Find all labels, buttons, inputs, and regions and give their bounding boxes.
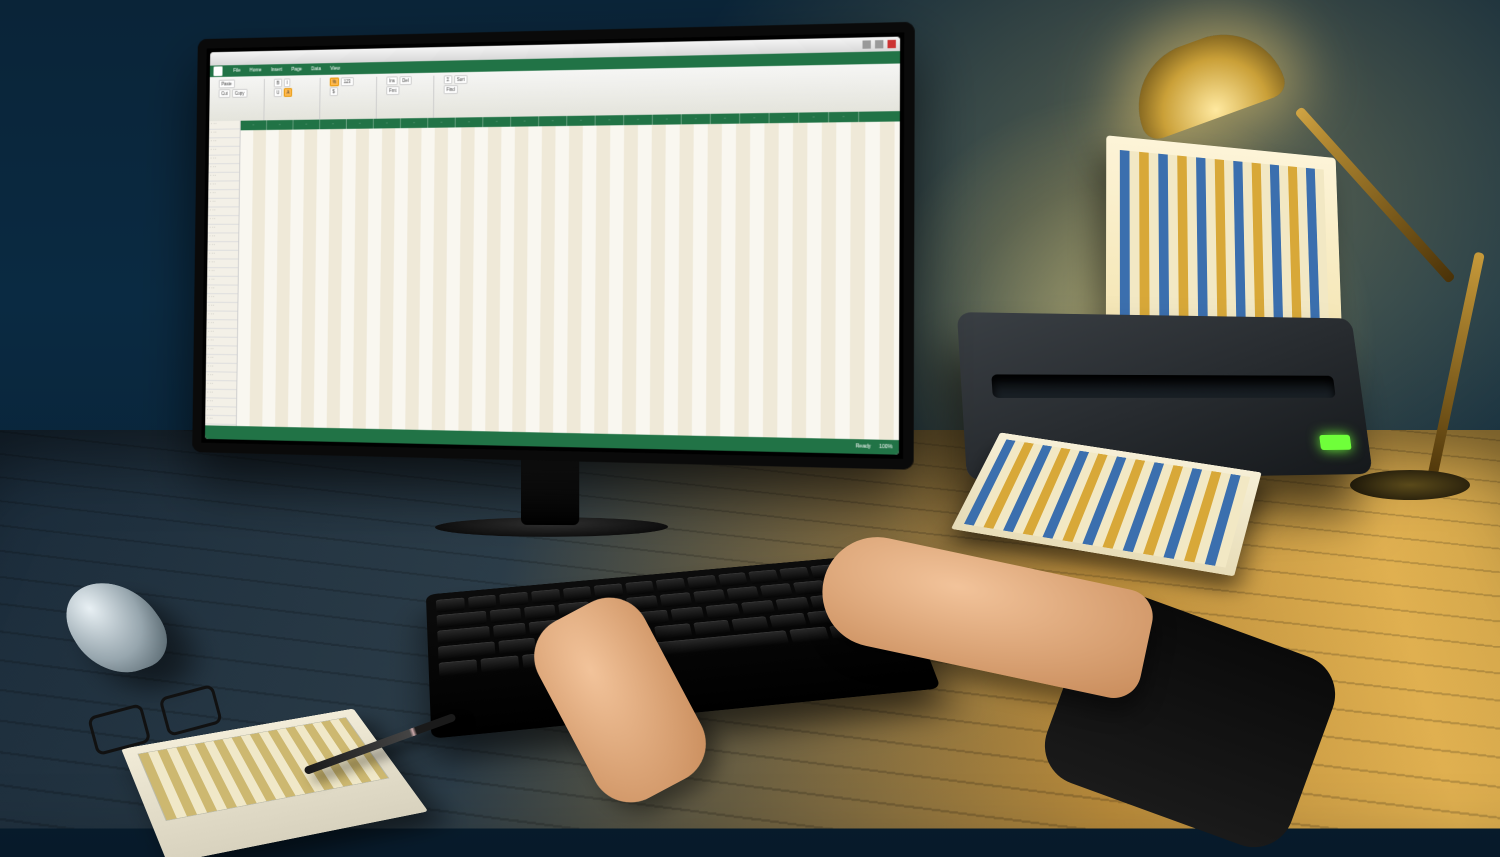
app-logo-icon: [213, 66, 222, 76]
ribbon-button: B: [274, 79, 282, 88]
ribbon-group-cells: InsDel Fmt: [382, 76, 434, 122]
ribbon-group-editing: ΣSort Find: [440, 75, 492, 121]
ribbon-tab: Insert: [271, 67, 282, 73]
ribbon-tab: Home: [250, 67, 262, 73]
lamp-base: [1350, 470, 1470, 500]
ribbon-group-number: %123 $: [326, 77, 377, 123]
spreadsheet-app-window: File Home Insert Page Data View Paste Cu…: [205, 37, 900, 455]
ribbon-button: Paste: [219, 80, 235, 89]
ribbon-button: Σ: [444, 75, 452, 84]
ribbon-button: %: [330, 77, 339, 86]
ribbon-tab: Data: [311, 66, 321, 72]
lamp-head: [1121, 17, 1289, 143]
ribbon-button: Ins: [386, 76, 397, 85]
maximize-icon: [875, 40, 883, 48]
ribbon-button: Del: [399, 76, 411, 85]
ribbon-button: Fmt: [386, 86, 399, 95]
ribbon-button: Copy: [232, 89, 247, 98]
desk-scene-illustration: File Home Insert Page Data View Paste Cu…: [0, 0, 1500, 857]
ribbon-button: A: [284, 88, 292, 97]
ribbon-button: $: [330, 87, 338, 96]
status-zoom: 100%: [879, 444, 892, 451]
ribbon-button: Find: [444, 85, 458, 94]
printer-output-slot: [991, 374, 1336, 398]
printer-status-led: [1319, 435, 1351, 450]
monitor-stand: [521, 455, 579, 525]
ribbon-group-clipboard: Paste CutCopy: [215, 79, 265, 124]
monitor: File Home Insert Page Data View Paste Cu…: [192, 22, 915, 470]
ribbon-tab: View: [330, 66, 340, 72]
row-headers: · · ·· · ·· · ·· · ·· · ·· · ·· · ·· · ·…: [205, 121, 241, 426]
cells-area: ······················: [237, 111, 900, 440]
ribbon-button: U: [274, 88, 283, 97]
ribbon-button: 123: [341, 77, 354, 86]
ribbon-tab: Page: [291, 67, 302, 73]
ribbon-tab: File: [233, 68, 240, 74]
status-ready: Ready: [856, 443, 871, 450]
worksheet-grid: · · ·· · ·· · ·· · ·· · ·· · ·· · ·· · ·…: [205, 111, 900, 440]
ribbon-button: Cut: [219, 89, 231, 98]
ribbon-button: Sort: [454, 75, 468, 84]
ribbon-group-font: BI UA: [270, 78, 321, 123]
minimize-icon: [863, 40, 871, 48]
close-icon: [888, 40, 896, 48]
ribbon-button: I: [284, 78, 291, 87]
